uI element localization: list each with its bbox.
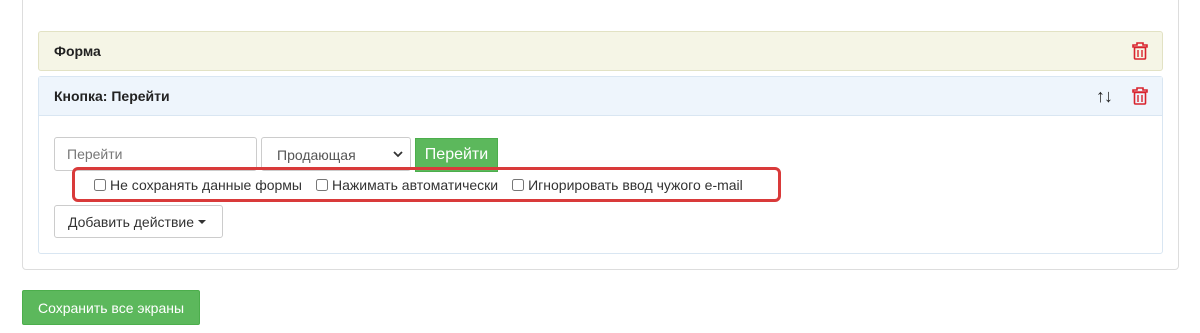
button-type-select[interactable]: Продающая (261, 137, 411, 171)
button-text-input[interactable] (54, 137, 257, 171)
chevron-down-icon (393, 151, 403, 158)
add-action-label: Добавить действие (68, 213, 194, 230)
button-panel-title: Кнопка: Перейти (54, 88, 170, 104)
highlight-box (72, 167, 781, 202)
save-all-button[interactable]: Сохранить все экраны (22, 290, 200, 325)
select-value: Продающая (277, 147, 356, 163)
form-panel-title: Форма (54, 43, 101, 59)
form-panel-header[interactable]: Форма (38, 31, 1163, 71)
add-action-dropdown[interactable]: Добавить действие (54, 205, 223, 238)
trash-icon[interactable] (1132, 87, 1148, 105)
trash-icon[interactable] (1132, 42, 1148, 60)
caret-down-icon (198, 219, 206, 224)
button-panel-header[interactable]: Кнопка: Перейти ↑↓ (39, 77, 1162, 116)
move-up-down-icon[interactable]: ↑↓ (1096, 86, 1113, 107)
